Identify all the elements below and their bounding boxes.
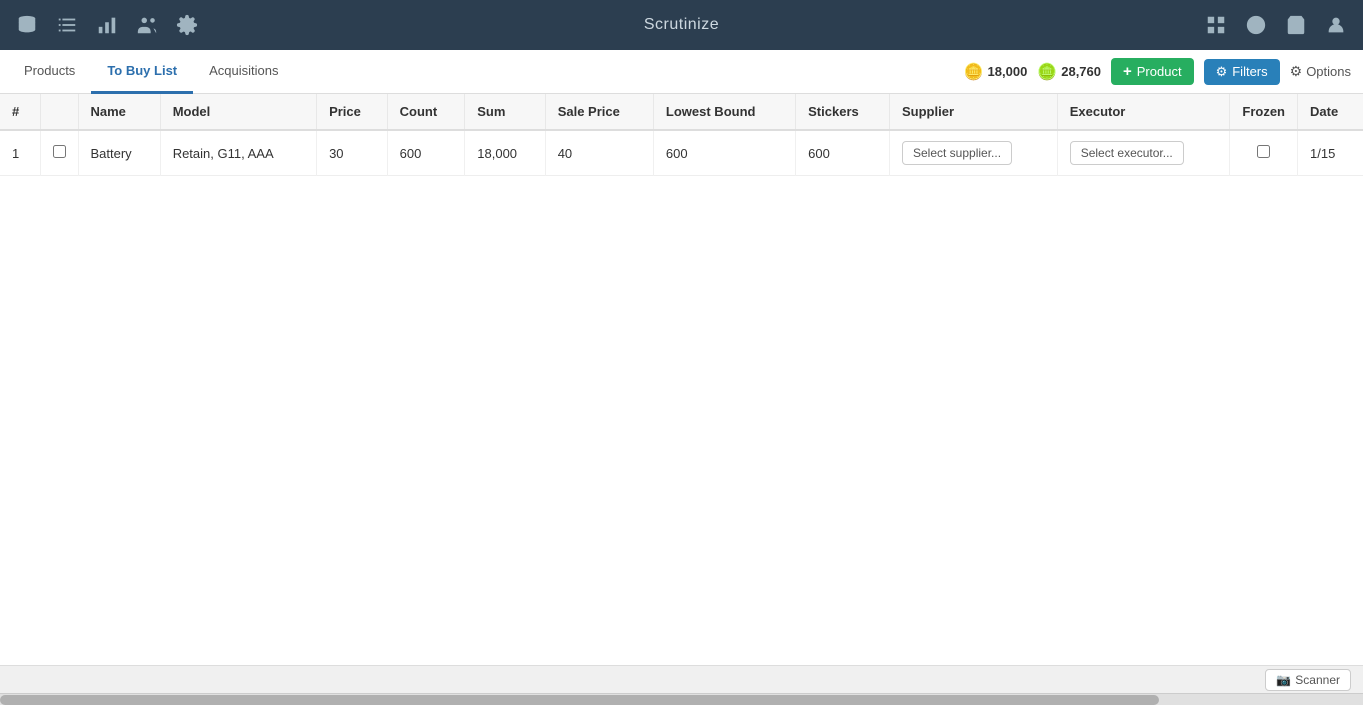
cell-executor[interactable]: Select executor... xyxy=(1057,130,1230,176)
horizontal-scrollbar[interactable] xyxy=(0,693,1363,705)
plus-icon: + xyxy=(1123,63,1132,80)
scanner-icon: 📷 xyxy=(1276,673,1291,687)
settings-icon[interactable] xyxy=(176,14,198,36)
select-supplier-button[interactable]: Select supplier... xyxy=(902,141,1012,165)
col-num: # xyxy=(0,94,40,130)
coin2-icon: 🪙 xyxy=(1037,62,1057,82)
select-executor-button[interactable]: Select executor... xyxy=(1070,141,1184,165)
cart-icon[interactable] xyxy=(1285,14,1307,36)
coin2-value: 28,760 xyxy=(1061,64,1101,79)
cell-supplier[interactable]: Select supplier... xyxy=(890,130,1058,176)
scanner-label: Scanner xyxy=(1295,673,1340,687)
options-button[interactable]: ⚙ Options xyxy=(1290,63,1351,80)
stat-coin2: 🪙 28,760 xyxy=(1037,62,1101,82)
coin1-value: 18,000 xyxy=(988,64,1028,79)
cell-checkbox[interactable] xyxy=(40,130,78,176)
product-label: Product xyxy=(1137,64,1182,79)
col-price: Price xyxy=(317,94,388,130)
col-name: Name xyxy=(78,94,160,130)
scanner-button[interactable]: 📷 Scanner xyxy=(1265,669,1351,691)
navbar-right xyxy=(1205,14,1347,36)
col-frozen: Frozen xyxy=(1230,94,1298,130)
cell-frozen[interactable] xyxy=(1230,130,1298,176)
bottom-bar: 📷 Scanner xyxy=(0,665,1363,693)
filter-icon: ⚙ xyxy=(1216,64,1228,80)
cell-lowest-bound: 600 xyxy=(653,130,795,176)
table-row: 1 Battery Retain, G11, AAA 30 600 18,000… xyxy=(0,130,1363,176)
row-checkbox[interactable] xyxy=(53,145,66,158)
col-lowest-bound: Lowest Bound xyxy=(653,94,795,130)
col-stickers: Stickers xyxy=(796,94,890,130)
chart-icon[interactable] xyxy=(96,14,118,36)
table-container: # Name Model Price Count Sum Sale Price … xyxy=(0,94,1363,665)
cell-price: 30 xyxy=(317,130,388,176)
navbar: Scrutinize xyxy=(0,0,1363,50)
col-count: Count xyxy=(387,94,465,130)
user-icon[interactable] xyxy=(1325,14,1347,36)
col-sum: Sum xyxy=(465,94,545,130)
coin1-icon: 🪙 xyxy=(964,62,984,82)
col-supplier: Supplier xyxy=(890,94,1058,130)
options-gear-icon: ⚙ xyxy=(1290,63,1303,80)
product-button[interactable]: + Product xyxy=(1111,58,1194,85)
tabbar-right: 🪙 18,000 🪙 28,760 + Product ⚙ Filters ⚙ … xyxy=(964,58,1363,85)
dollar-icon[interactable] xyxy=(1245,14,1267,36)
navbar-left xyxy=(16,14,198,36)
grid-icon[interactable] xyxy=(1205,14,1227,36)
stat-coin1: 🪙 18,000 xyxy=(964,62,1028,82)
frozen-checkbox[interactable] xyxy=(1257,145,1270,158)
cell-stickers: 600 xyxy=(796,130,890,176)
cell-model: Retain, G11, AAA xyxy=(160,130,316,176)
tab-products[interactable]: Products xyxy=(8,50,91,94)
database-icon[interactable] xyxy=(16,14,38,36)
filters-label: Filters xyxy=(1232,64,1267,79)
col-model: Model xyxy=(160,94,316,130)
col-executor: Executor xyxy=(1057,94,1230,130)
main-table: # Name Model Price Count Sum Sale Price … xyxy=(0,94,1363,176)
tabbar: Products To Buy List Acquisitions 🪙 18,0… xyxy=(0,50,1363,94)
options-label: Options xyxy=(1306,64,1351,79)
col-checkbox xyxy=(40,94,78,130)
filters-button[interactable]: ⚙ Filters xyxy=(1204,59,1280,85)
users-icon[interactable] xyxy=(136,14,158,36)
cell-sum: 18,000 xyxy=(465,130,545,176)
col-date: Date xyxy=(1298,94,1363,130)
list-icon[interactable] xyxy=(56,14,78,36)
col-sale-price: Sale Price xyxy=(545,94,653,130)
cell-name: Battery xyxy=(78,130,160,176)
cell-date: 1/15 xyxy=(1298,130,1363,176)
app-title: Scrutinize xyxy=(644,16,719,34)
cell-count: 600 xyxy=(387,130,465,176)
cell-num: 1 xyxy=(0,130,40,176)
cell-sale-price: 40 xyxy=(545,130,653,176)
scrollbar-thumb[interactable] xyxy=(0,695,1159,705)
tab-tobuylist[interactable]: To Buy List xyxy=(91,50,193,94)
tab-acquisitions[interactable]: Acquisitions xyxy=(193,50,294,94)
table-header-row: # Name Model Price Count Sum Sale Price … xyxy=(0,94,1363,130)
